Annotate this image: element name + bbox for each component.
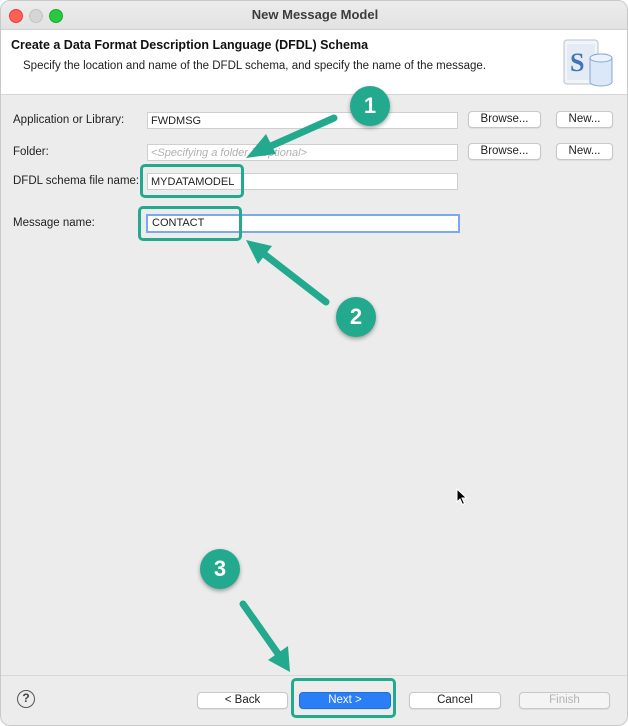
schema-file-label: DFDL schema file name: <box>13 175 140 187</box>
wizard-title: Create a Data Format Description Languag… <box>11 38 369 52</box>
dialog-window: New Message Model Create a Data Format D… <box>0 0 628 726</box>
application-new-button[interactable]: New... <box>556 111 613 128</box>
help-icon[interactable]: ? <box>17 690 35 708</box>
application-label: Application or Library: <box>13 114 125 126</box>
step-2-badge: 2 <box>336 297 376 337</box>
schema-database-icon: S <box>563 39 613 87</box>
title-bar: New Message Model <box>1 1 627 30</box>
window-title: New Message Model <box>251 7 379 22</box>
folder-new-button[interactable]: New... <box>556 143 613 160</box>
application-browse-button[interactable]: Browse... <box>468 111 541 128</box>
footer-divider <box>1 675 627 676</box>
step-3-badge: 3 <box>200 549 240 589</box>
back-button[interactable]: < Back <box>197 692 288 709</box>
folder-label: Folder: <box>13 146 49 158</box>
finish-button: Finish <box>519 692 610 709</box>
application-input[interactable]: FWDMSG <box>147 112 458 129</box>
wizard-header: Create a Data Format Description Languag… <box>1 30 627 95</box>
message-name-highlight <box>138 206 242 241</box>
next-button-highlight <box>291 678 396 718</box>
folder-input[interactable]: <Specifying a folder is optional> <box>147 144 458 161</box>
schema-file-highlight <box>140 164 244 198</box>
message-name-label: Message name: <box>13 217 95 229</box>
svg-text:S: S <box>570 48 584 77</box>
step-1-badge: 1 <box>350 86 390 126</box>
folder-browse-button[interactable]: Browse... <box>468 143 541 160</box>
cancel-button[interactable]: Cancel <box>409 692 501 709</box>
mouse-cursor-icon <box>456 488 468 506</box>
wizard-description: Specify the location and name of the DFD… <box>23 60 487 72</box>
